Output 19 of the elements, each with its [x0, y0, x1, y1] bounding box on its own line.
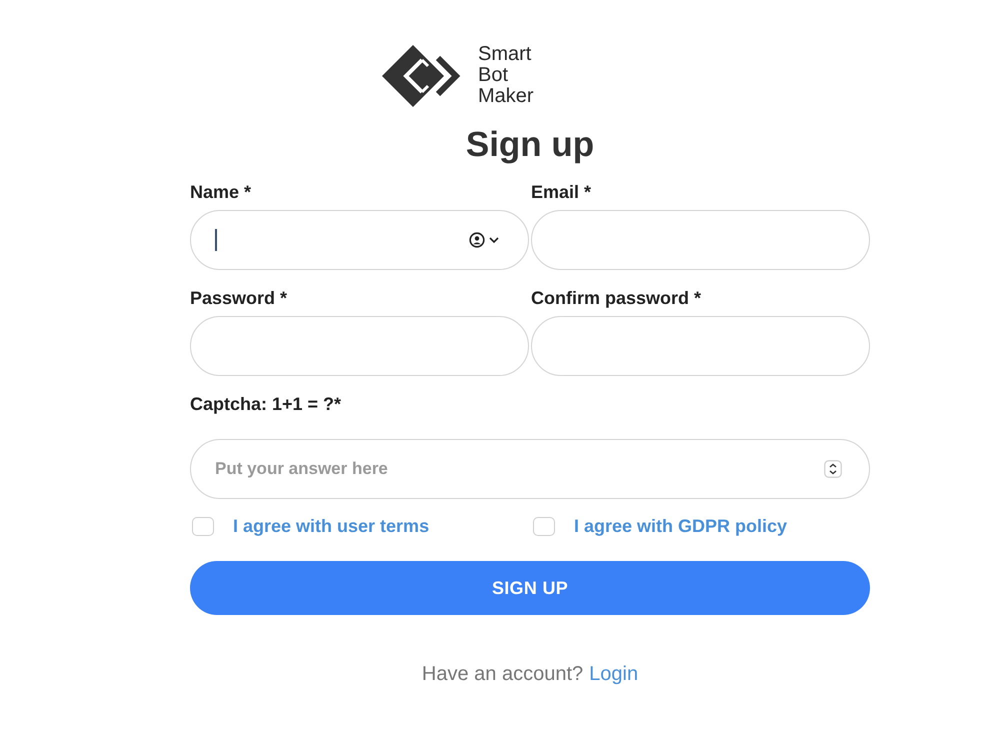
logo-text: Bot [478, 65, 510, 86]
logo-text: Maker [478, 86, 534, 107]
input-field[interactable]: Put your answer here [190, 439, 870, 499]
checkbox[interactable] [533, 516, 555, 536]
sign-up-button[interactable]: SIGN UP [190, 561, 870, 615]
field-label: Email * [531, 181, 592, 203]
field-label: Name * [190, 181, 252, 203]
page-title: Sign up [464, 125, 596, 165]
field-label: Password * [190, 287, 288, 309]
account-prompt: Have an account? [422, 662, 584, 686]
login-link[interactable]: Login [589, 662, 638, 686]
agreement-link[interactable]: I agree with GDPR policy [574, 515, 788, 537]
logo-text: Smart [478, 44, 532, 65]
number-spinner-icon[interactable] [824, 460, 842, 478]
field-label: Confirm password * [531, 287, 702, 309]
captcha-label: Captcha: 1+1 = ?* [190, 393, 342, 415]
contact-autofill-icon[interactable] [469, 232, 501, 248]
checkbox[interactable] [192, 516, 214, 536]
agreement-link[interactable]: I agree with user terms [233, 515, 430, 537]
